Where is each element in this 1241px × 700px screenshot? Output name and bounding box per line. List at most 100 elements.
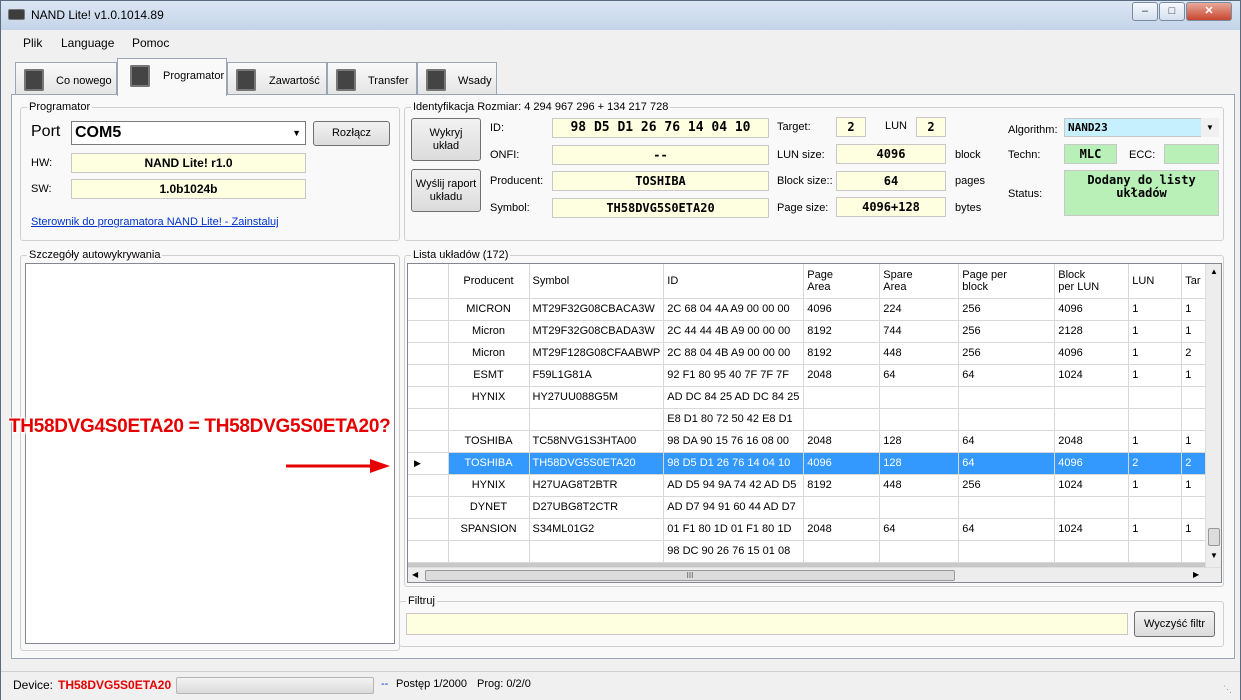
table-cell: [1128, 386, 1183, 409]
tab-transfer[interactable]: Transfer: [327, 62, 417, 95]
row-header[interactable]: [408, 320, 449, 343]
row-header[interactable]: ▶: [408, 452, 449, 475]
minimize-button[interactable]: –: [1132, 2, 1158, 21]
table-row[interactable]: TOSHIBA TC58NVG1S3HTA00 98 DA 90 15 76 16 …: [408, 430, 1213, 453]
row-header[interactable]: [408, 342, 449, 365]
onfi-label: ONFI:: [490, 149, 520, 161]
table-cell: ESMT: [448, 364, 530, 387]
table-cell: [448, 540, 530, 563]
scroll-thumb[interactable]: [1208, 528, 1220, 546]
table-row[interactable]: DYNET D27UBG8T2CTR AD D7 94 91 60 44 AD D7: [408, 496, 1213, 519]
table-row[interactable]: E8 D1 80 72 50 42 E8 D1: [408, 408, 1213, 431]
scroll-left-icon[interactable]: ◀: [412, 570, 418, 579]
menu-pomoc[interactable]: Pomoc: [132, 36, 169, 50]
filter-input[interactable]: [406, 613, 1128, 635]
table-row[interactable]: SPANSION S34ML01G2 01 F1 80 1D 01 F1 80 1D…: [408, 518, 1213, 541]
table-cell: 448: [879, 342, 960, 365]
row-header[interactable]: [408, 474, 449, 497]
horizontal-scrollbar[interactable]: ◀ III ▶: [408, 567, 1221, 582]
clear-filter-button[interactable]: Wyczyść filtr: [1134, 611, 1215, 637]
block-size-value: 64: [836, 171, 946, 191]
tab-programator[interactable]: Programator: [117, 58, 227, 96]
table-cell: [1054, 408, 1130, 431]
col-header[interactable]: Page per block: [958, 264, 1056, 299]
port-select[interactable]: COM5 ▼: [71, 121, 306, 145]
progress-text: Postęp 1/2000: [396, 678, 467, 690]
table-cell: 4096: [803, 298, 881, 321]
scroll-thumb[interactable]: III: [425, 570, 955, 581]
table-cell: [958, 386, 1056, 409]
scroll-up-icon[interactable]: ▲: [1210, 267, 1218, 276]
current-row-icon: ▶: [414, 457, 421, 468]
app-chip-icon: [8, 9, 25, 20]
scroll-right-icon[interactable]: ▶: [1193, 570, 1199, 579]
table-cell: Micron: [448, 342, 530, 365]
table-row[interactable]: Micron MT29F128G08CFAABWP 2C 88 04 4B A9 0…: [408, 342, 1213, 365]
chip-list-grid[interactable]: Producent Symbol ID Page Area Spare Area…: [407, 263, 1222, 583]
table-cell: AD D5 94 9A 74 42 AD D5: [663, 474, 805, 497]
target-label: Target:: [777, 121, 811, 133]
lun-label: LUN: [885, 120, 908, 132]
table-cell: 4096: [1054, 452, 1130, 475]
row-header[interactable]: [408, 518, 449, 541]
row-header[interactable]: [408, 386, 449, 409]
driver-install-link[interactable]: Sterownik do programatora NAND Lite! - Z…: [31, 216, 279, 228]
table-cell: 128: [879, 452, 960, 475]
table-row[interactable]: HYNIX HY27UU088G5M AD DC 84 25 AD DC 84 25: [408, 386, 1213, 409]
sw-label: SW:: [31, 183, 52, 195]
detect-chip-button[interactable]: Wykryj układ: [411, 118, 481, 161]
table-cell: 2128: [1054, 320, 1130, 343]
table-row[interactable]: ▶ TOSHIBA TH58DVG5S0ETA20 98 D5 D1 26 76 14…: [408, 452, 1213, 475]
row-header[interactable]: [408, 298, 449, 321]
table-cell: 8192: [803, 320, 881, 343]
menu-language[interactable]: Language: [61, 36, 114, 50]
chip-icon: [236, 69, 256, 91]
menu-plik[interactable]: Plik: [23, 36, 42, 50]
table-cell: 1: [1128, 342, 1183, 365]
table-row[interactable]: ESMT F59L1G81A 92 F1 80 95 40 7F 7F 7F 2048…: [408, 364, 1213, 387]
table-row[interactable]: Micron MT29F32G08CBADA3W 2C 44 44 4B A9 00…: [408, 320, 1213, 343]
table-cell: 256: [958, 320, 1056, 343]
table-cell: 744: [879, 320, 960, 343]
table-cell: 224: [879, 298, 960, 321]
table-cell: [448, 408, 530, 431]
row-header[interactable]: [408, 364, 449, 387]
autodetect-details-box[interactable]: [25, 263, 395, 644]
tab-co-nowego[interactable]: Co nowego: [15, 62, 117, 95]
table-cell: 2048: [803, 364, 881, 387]
vertical-scrollbar[interactable]: ▲ ▼: [1205, 264, 1221, 567]
table-cell: AD D7 94 91 60 44 AD D7: [663, 496, 805, 519]
disconnect-button[interactable]: Rozłącz: [313, 121, 390, 146]
table-cell: 64: [958, 518, 1056, 541]
row-header[interactable]: [408, 430, 449, 453]
algorithm-select[interactable]: NAND23 ▼: [1064, 118, 1219, 137]
device-label: Device:: [13, 678, 54, 692]
col-header[interactable]: Symbol: [529, 264, 665, 299]
row-header[interactable]: [408, 496, 449, 519]
status-dashes: --: [381, 678, 389, 690]
table-cell: 1024: [1054, 364, 1130, 387]
col-header[interactable]: Spare Area: [879, 264, 960, 299]
table-cell: 64: [958, 364, 1056, 387]
col-header[interactable]: LUN: [1128, 264, 1183, 299]
send-report-button[interactable]: Wyślij raport układu: [411, 169, 481, 212]
col-header[interactable]: Page Area: [803, 264, 881, 299]
table-row[interactable]: HYNIX H27UAG8T2BTR AD D5 94 9A 74 42 AD D5…: [408, 474, 1213, 497]
tab-wsady[interactable]: Wsady: [417, 62, 497, 95]
producer-label: Producent:: [490, 175, 544, 187]
target-value: 2: [836, 117, 866, 137]
resize-grip-icon[interactable]: ⋱: [1223, 684, 1232, 695]
lun-size-unit: block: [955, 149, 981, 161]
col-header[interactable]: Producent: [448, 264, 530, 299]
table-row[interactable]: MICRON MT29F32G08CBACA3W 2C 68 04 4A A9 00…: [408, 298, 1213, 321]
table-row[interactable]: 98 DC 90 26 76 15 01 08: [408, 540, 1213, 563]
col-header[interactable]: ID: [663, 264, 805, 299]
col-header[interactable]: Block per LUN: [1054, 264, 1130, 299]
row-header[interactable]: [408, 408, 449, 431]
scroll-down-icon[interactable]: ▼: [1210, 551, 1218, 560]
maximize-button[interactable]: □: [1159, 2, 1185, 21]
tab-zawartosc[interactable]: Zawartość: [227, 62, 327, 95]
close-button[interactable]: ✕: [1186, 2, 1232, 21]
row-header[interactable]: [408, 540, 449, 563]
page-size-unit: bytes: [955, 202, 982, 214]
